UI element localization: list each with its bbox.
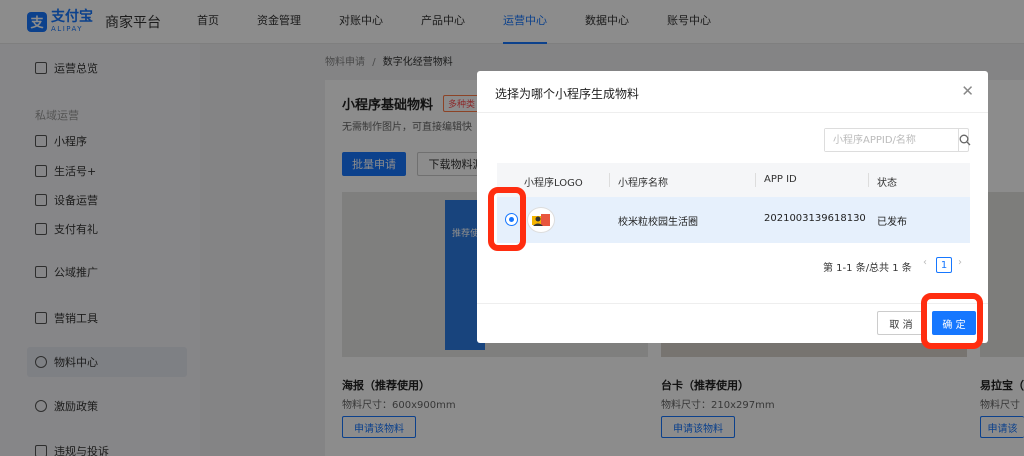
modal-footer-divider	[477, 303, 988, 304]
column-header-status: 状态	[877, 178, 897, 189]
column-separator	[755, 173, 756, 187]
prev-page-icon[interactable]: ‹	[923, 257, 927, 268]
miniapp-logo-icon	[532, 214, 550, 226]
column-header-appid: APP ID	[764, 174, 797, 185]
select-miniapp-modal: 选择为哪个小程序生成物料 ✕ 小程序LOGO 小程序名称 APP ID 状态 校…	[477, 71, 988, 343]
modal-title: 选择为哪个小程序生成物料	[495, 87, 640, 101]
page-number-current[interactable]: 1	[936, 257, 952, 273]
search-button[interactable]	[958, 129, 971, 151]
table-header: 小程序LOGO 小程序名称 APP ID 状态	[497, 163, 970, 197]
close-icon[interactable]: ✕	[961, 82, 974, 100]
column-header-name: 小程序名称	[618, 178, 668, 189]
cell-app-id: 2021003139618130	[764, 213, 866, 224]
cancel-button[interactable]: 取 消	[877, 311, 925, 335]
table-row[interactable]: 校米粒校园生活圈 2021003139618130 已发布	[497, 197, 970, 243]
modal-divider	[477, 112, 988, 113]
pagination-total: 第 1-1 条/总共 1 条	[823, 263, 912, 274]
search-input[interactable]	[825, 129, 958, 151]
highlight-radio	[488, 187, 526, 251]
next-page-icon[interactable]: ›	[958, 257, 962, 268]
cell-app-name: 校米粒校园生活圈	[618, 217, 698, 228]
cell-status: 已发布	[877, 217, 907, 228]
column-separator	[868, 173, 869, 187]
search-box	[824, 128, 971, 152]
column-header-logo: 小程序LOGO	[524, 178, 583, 189]
search-icon	[959, 134, 971, 146]
miniapp-logo	[527, 207, 555, 233]
column-separator	[609, 173, 610, 187]
highlight-confirm	[921, 293, 983, 349]
